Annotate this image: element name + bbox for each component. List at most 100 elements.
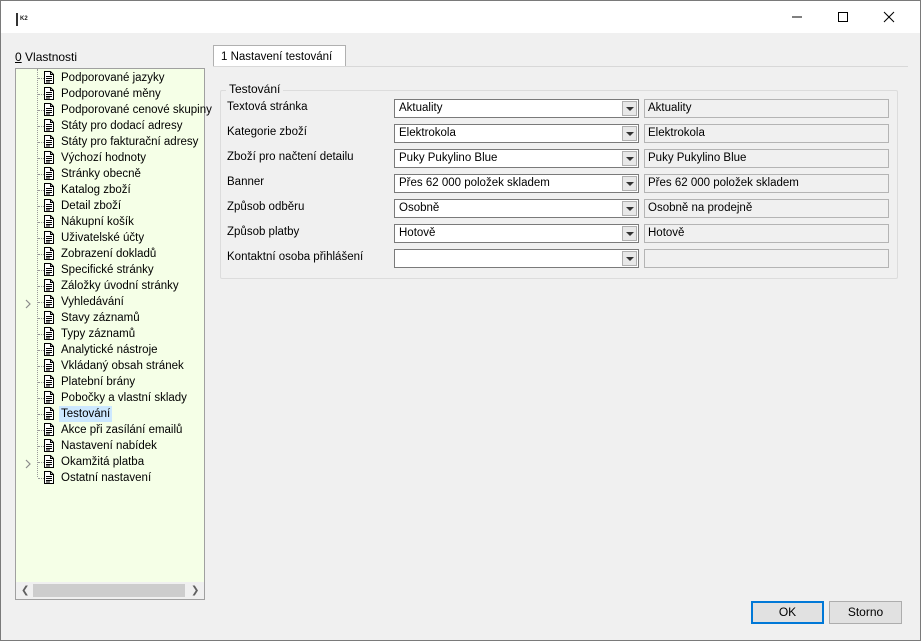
document-icon (43, 343, 55, 356)
tree-item-label: Podporované jazyky (61, 72, 165, 84)
form-row: Způsob platby Hotově Hotově (1, 224, 921, 244)
field-display: Hotově (644, 224, 889, 243)
form-row: Banner Přes 62 000 položek skladem Přes 62… (1, 174, 921, 194)
close-button[interactable] (866, 1, 912, 33)
form-row: Kontaktní osoba přihlášení (1, 249, 921, 269)
field-label: Zboží pro načtení detailu (227, 151, 354, 163)
tree-item[interactable]: Vkládaný obsah stránek (16, 358, 204, 374)
field-combobox[interactable]: Puky Pukylino Blue (394, 149, 639, 168)
cancel-button[interactable]: Storno (829, 601, 902, 624)
tree-item[interactable]: Podporované jazyky (16, 70, 204, 86)
tree-item[interactable]: Typy záznamů (16, 326, 204, 342)
tree-item-label: Nastavení nabídek (61, 440, 157, 452)
field-label: Způsob platby (227, 226, 300, 238)
field-combobox[interactable]: Osobně (394, 199, 639, 218)
document-icon (43, 471, 55, 484)
tree-item[interactable]: Záložky úvodní stránky (16, 278, 204, 294)
form-row: Způsob odběru Osobně Osobně na prodejně (1, 199, 921, 219)
tree-item[interactable]: Testování (16, 406, 204, 422)
tree-item[interactable]: Okamžitá platba (16, 454, 204, 470)
tree-item-label: Typy záznamů (61, 328, 136, 340)
ok-button[interactable]: OK (751, 601, 824, 624)
tree-item-label: Vkládaný obsah stránek (61, 360, 184, 372)
document-icon (43, 359, 55, 372)
field-label: Kontaktní osoba přihlášení (227, 251, 364, 263)
tab-settings-testing[interactable]: 1 Nastavení testování (213, 45, 346, 66)
properties-hotkey: 0 (15, 50, 22, 64)
properties-tree[interactable]: ❮ ❯ Podporované jazyky Podporované měny Po… (15, 68, 212, 600)
dropdown-arrow-icon[interactable] (622, 251, 637, 266)
tree-item[interactable]: Akce při zasílání emailů (16, 422, 204, 438)
document-icon (43, 423, 55, 436)
title-bar: K2 (1, 1, 920, 33)
field-display: Osobně na prodejně (644, 199, 889, 218)
combobox-value: Osobně (399, 202, 440, 214)
document-icon (43, 295, 55, 308)
tree-item-label: Ostatní nastavení (61, 472, 152, 484)
dropdown-arrow-icon[interactable] (622, 176, 637, 191)
scrollbar-thumb[interactable] (33, 584, 185, 597)
field-display: Elektrokola (644, 124, 889, 143)
maximize-button[interactable] (820, 1, 866, 33)
dropdown-arrow-icon[interactable] (622, 226, 637, 241)
tree-item[interactable]: Pobočky a vlastní sklady (16, 390, 204, 406)
minimize-button[interactable] (774, 1, 820, 33)
tree-item[interactable]: Stavy záznamů (16, 310, 204, 326)
scroll-left-icon[interactable]: ❮ (21, 585, 29, 596)
properties-label-text: Vlastnosti (21, 50, 78, 64)
form-row: Textová stránka Aktuality Aktuality (1, 99, 921, 119)
app-logo-icon: K2 (16, 13, 30, 26)
form-row: Kategorie zboží Elektrokola Elektrokola (1, 124, 921, 144)
field-label: Způsob odběru (227, 201, 305, 213)
minimize-icon (792, 16, 802, 18)
display-value: Osobně na prodejně (648, 202, 753, 214)
tree-item-label: Testování (59, 406, 113, 422)
dropdown-arrow-icon[interactable] (622, 201, 637, 216)
display-value: Hotově (648, 227, 685, 239)
document-icon (43, 71, 55, 84)
dropdown-arrow-icon[interactable] (622, 151, 637, 166)
tree-item[interactable]: Nastavení nabídek (16, 438, 204, 454)
tree-item[interactable]: Vyhledávání (16, 294, 204, 310)
field-combobox[interactable]: Přes 62 000 položek skladem (394, 174, 639, 193)
field-combobox[interactable]: Aktuality (394, 99, 639, 118)
testing-group-title: Testování (226, 82, 284, 96)
field-combobox[interactable]: Elektrokola (394, 124, 639, 143)
tree-item[interactable]: Platební brány (16, 374, 204, 390)
field-combobox[interactable]: Hotově (394, 224, 639, 243)
document-icon (43, 391, 55, 404)
field-display: Aktuality (644, 99, 889, 118)
close-icon (883, 11, 895, 23)
dialog-window: K2 0 Vlastnosti ❮ ❯ Podporované jazyky Po… (0, 0, 921, 641)
display-value: Aktuality (648, 102, 692, 114)
tree-horizontal-scrollbar[interactable]: ❮ ❯ (16, 582, 204, 599)
document-icon (43, 455, 55, 468)
tree-item[interactable]: Ostatní nastavení (16, 470, 204, 486)
tree-item[interactable]: Analytické nástroje (16, 342, 204, 358)
document-icon (43, 327, 55, 340)
tree-item-label: Vyhledávání (61, 296, 124, 308)
display-value: Puky Pukylino Blue (648, 152, 747, 164)
combobox-value: Puky Pukylino Blue (399, 152, 498, 164)
field-label: Banner (227, 176, 265, 188)
tree-item-label: Záložky úvodní stránky (61, 280, 179, 292)
document-icon (43, 439, 55, 452)
tree-item-label: Platební brány (61, 376, 136, 388)
scroll-right-icon[interactable]: ❯ (191, 585, 199, 596)
document-icon (43, 407, 55, 420)
field-display: Přes 62 000 položek skladem (644, 174, 889, 193)
tree-item-label: Stavy záznamů (61, 312, 140, 324)
field-display: Puky Pukylino Blue (644, 149, 889, 168)
display-value: Elektrokola (648, 127, 705, 139)
document-icon (43, 311, 55, 324)
tree-item-label: Analytické nástroje (61, 344, 158, 356)
maximize-icon (838, 12, 848, 22)
document-icon (43, 279, 55, 292)
tree-item-label: Pobočky a vlastní sklady (61, 392, 187, 404)
field-label: Kategorie zboží (227, 126, 307, 138)
dropdown-arrow-icon[interactable] (622, 101, 637, 116)
field-combobox[interactable] (394, 249, 639, 268)
combobox-value: Přes 62 000 položek skladem (399, 177, 550, 189)
dropdown-arrow-icon[interactable] (622, 126, 637, 141)
field-label: Textová stránka (227, 101, 308, 113)
